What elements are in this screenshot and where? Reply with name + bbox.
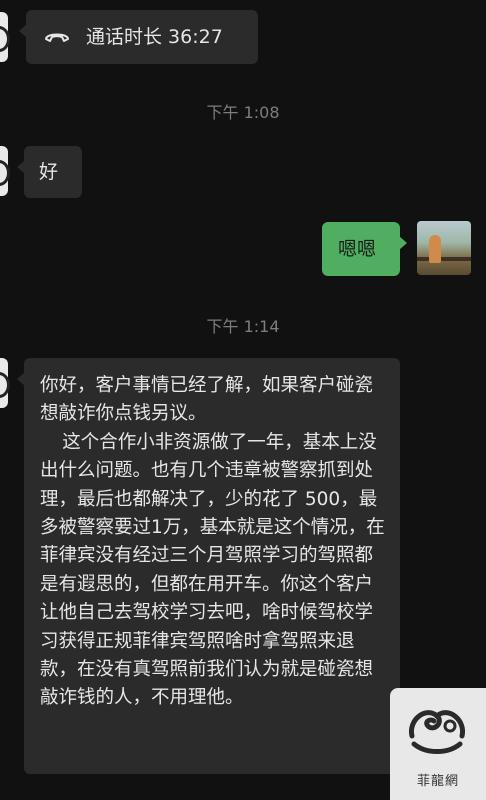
avatar-photo-figure [429, 235, 441, 263]
dragon-logo-icon [408, 710, 466, 754]
phone-hangup-icon [44, 30, 70, 44]
contact-avatar[interactable] [0, 146, 10, 196]
my-avatar[interactable] [417, 221, 471, 275]
timestamp: 下午 1:14 [206, 317, 280, 336]
message-paragraph: 你好，客户事情已经了解，如果客户碰瓷想敲诈你点钱另议。 [40, 375, 374, 425]
call-duration-label: 通话时长 36:27 [86, 26, 223, 48]
incoming-message-bubble[interactable]: 好 [17, 146, 82, 198]
contact-avatar[interactable] [0, 12, 10, 62]
message-text: 嗯嗯 [338, 238, 377, 260]
watermark-text: 菲龍網 [416, 774, 459, 789]
message-paragraph: 这个合作小非资源做了一年，基本上没出什么问题。也有几个违章被警察抓到处理，最后也… [40, 431, 385, 709]
incoming-long-message-bubble[interactable]: 你好，客户事情已经了解，如果客户碰瓷想敲诈你点钱另议。 这个合作小非资源做了一年… [17, 358, 400, 774]
call-duration-message[interactable]: 通话时长 36:27 [19, 10, 258, 64]
timestamp: 下午 1:08 [206, 103, 280, 122]
avatar-photo-detail [417, 257, 471, 261]
site-watermark: 菲龍網 [390, 688, 486, 800]
outgoing-message-bubble[interactable]: 嗯嗯 [322, 222, 407, 276]
message-text: 好 [39, 161, 59, 183]
contact-avatar[interactable] [0, 358, 10, 408]
